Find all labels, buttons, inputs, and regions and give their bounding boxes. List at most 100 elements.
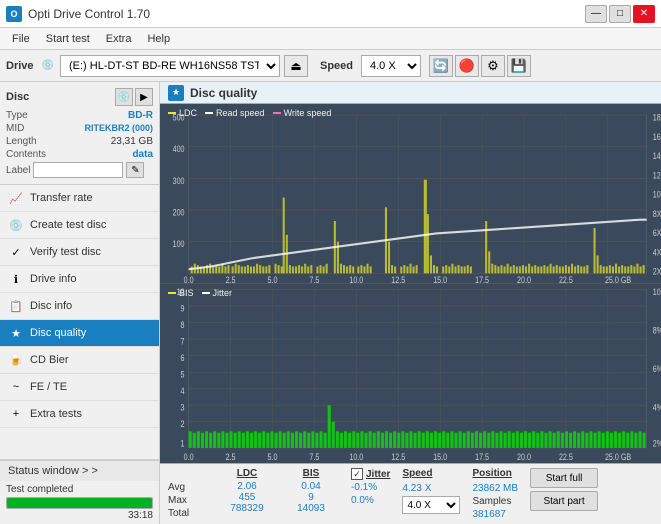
status-progress-area: Test completed 33:18: [0, 481, 159, 524]
legend-read-speed: Read speed: [205, 108, 265, 118]
disc-mid-row: MID RITEKBR2 (000): [6, 123, 153, 134]
status-window-label: Status window > >: [8, 465, 98, 477]
svg-text:100: 100: [173, 238, 185, 249]
legend-write-speed: Write speed: [273, 108, 332, 118]
menu-start-test[interactable]: Start test: [38, 31, 98, 47]
svg-text:300: 300: [173, 175, 185, 186]
stats-col-ldc: LDC 2.06 455 788329: [217, 468, 277, 514]
stats-area: Avg Max Total LDC 2.06 455 788329: [160, 463, 661, 524]
disc-icon-1[interactable]: 💿: [115, 88, 133, 106]
svg-text:8X: 8X: [653, 208, 661, 219]
disc-header: Disc 💿 ▶: [6, 88, 153, 106]
svg-text:10.0: 10.0: [349, 274, 363, 283]
svg-text:1: 1: [181, 437, 185, 448]
svg-text:6: 6: [181, 352, 185, 363]
disc-contents-label: Contents: [6, 149, 46, 160]
content-area: ★ Disc quality LDC Read speed: [160, 82, 661, 524]
app-icon: O: [6, 6, 22, 22]
svg-text:2%: 2%: [653, 437, 661, 448]
sidebar-item-create-test-disc[interactable]: 💿 Create test disc: [0, 212, 159, 239]
ldc-total-val: 788329: [230, 503, 263, 514]
disc-type-value: BD-R: [128, 110, 153, 121]
avg-row-label: Avg: [168, 482, 213, 493]
ldc-avg-val: 2.06: [237, 481, 256, 492]
jitter-max-val: 0.0%: [351, 495, 390, 506]
sidebar-item-cd-bier[interactable]: 🍺 CD Bier: [0, 347, 159, 374]
drive-select[interactable]: (E:) HL-DT-ST BD-RE WH16NS58 TST4: [60, 55, 280, 77]
svg-text:22.5: 22.5: [559, 451, 573, 462]
window-controls: — □ ✕: [585, 5, 655, 23]
extra-tests-icon: +: [8, 406, 24, 422]
disc-quality-title: Disc quality: [190, 86, 257, 100]
svg-text:15.0: 15.0: [433, 451, 447, 462]
cd-bier-icon: 🍺: [8, 352, 24, 368]
menu-help[interactable]: Help: [139, 31, 178, 47]
svg-text:9: 9: [181, 302, 185, 313]
sidebar-item-disc-quality[interactable]: ★ Disc quality: [0, 320, 159, 347]
sidebar-item-fe-te[interactable]: ~ FE / TE: [0, 374, 159, 401]
refresh-button[interactable]: 🔄: [429, 55, 453, 77]
start-part-button[interactable]: Start part: [530, 491, 598, 511]
eject-button[interactable]: ⏏: [284, 55, 308, 77]
speed-select[interactable]: 4.0 X: [361, 55, 421, 77]
disc-mid-label: MID: [6, 123, 24, 134]
sidebar-label-create-test-disc: Create test disc: [30, 219, 106, 231]
svg-text:4%: 4%: [653, 402, 661, 413]
disc-contents-value: data: [132, 149, 153, 160]
start-full-button[interactable]: Start full: [530, 468, 598, 488]
save-button[interactable]: 💾: [507, 55, 531, 77]
ldc-stats-header: LDC: [237, 468, 258, 479]
sidebar-label-cd-bier: CD Bier: [30, 354, 69, 366]
menu-extra[interactable]: Extra: [98, 31, 140, 47]
sidebar-label-extra-tests: Extra tests: [30, 408, 82, 420]
disc-panel: Disc 💿 ▶ Type BD-R MID RITEKBR2 (000) Le…: [0, 82, 159, 185]
disc-quality-header-icon: ★: [168, 85, 184, 101]
disc-icon-2[interactable]: ▶: [135, 88, 153, 106]
svg-text:5.0: 5.0: [268, 274, 278, 283]
sidebar-item-transfer-rate[interactable]: 📈 Transfer rate: [0, 185, 159, 212]
sidebar-item-disc-info[interactable]: 📋 Disc info: [0, 293, 159, 320]
close-button[interactable]: ✕: [633, 5, 655, 23]
bis-legend-label: BIS: [179, 288, 194, 298]
samples-val: 381687: [472, 509, 518, 520]
jitter-legend-dot: [202, 292, 210, 294]
status-window-button[interactable]: Status window > >: [0, 460, 159, 481]
disc-length-row: Length 23,31 GB: [6, 136, 153, 147]
svg-text:10.0: 10.0: [349, 451, 363, 462]
settings-button[interactable]: ⚙: [481, 55, 505, 77]
drive-info-icon: ℹ: [8, 271, 24, 287]
samples-label: Samples: [472, 496, 518, 507]
svg-text:400: 400: [173, 143, 185, 154]
sidebar-item-drive-info[interactable]: ℹ Drive info: [0, 266, 159, 293]
disc-label-input[interactable]: [33, 162, 123, 178]
maximize-button[interactable]: □: [609, 5, 631, 23]
sidebar-label-verify-test-disc: Verify test disc: [30, 246, 101, 258]
menubar: File Start test Extra Help: [0, 28, 661, 50]
svg-text:14X: 14X: [653, 150, 661, 161]
sidebar-item-extra-tests[interactable]: + Extra tests: [0, 401, 159, 428]
chart-bottom-legend: BIS Jitter: [168, 288, 232, 298]
bis-avg-val: 0.04: [301, 481, 320, 492]
bottom-chart-svg: 10 9 8 7 6 5 4 3 2 1 10% 8% 6% 4% 2%: [160, 284, 661, 463]
start-buttons: Start full Start part: [530, 468, 598, 511]
jitter-checkbox[interactable]: ✓: [351, 468, 363, 480]
ldc-max-val: 455: [239, 492, 256, 503]
speed-val: 4.23 X: [402, 483, 460, 494]
speed-select[interactable]: 4.0 X: [402, 496, 460, 514]
disc-header-icons: 💿 ▶: [115, 88, 153, 106]
svg-text:8%: 8%: [653, 324, 661, 335]
svg-text:2X: 2X: [653, 266, 661, 277]
sidebar-item-verify-test-disc[interactable]: ✓ Verify test disc: [0, 239, 159, 266]
svg-text:12X: 12X: [653, 169, 661, 180]
minimize-button[interactable]: —: [585, 5, 607, 23]
menu-file[interactable]: File: [4, 31, 38, 47]
main-layout: Disc 💿 ▶ Type BD-R MID RITEKBR2 (000) Le…: [0, 82, 661, 524]
disc-label-button[interactable]: ✎: [126, 162, 144, 178]
status-bar: Status window > > Test completed 33:18: [0, 459, 159, 524]
svg-text:6%: 6%: [653, 363, 661, 374]
titlebar-left: O Opti Drive Control 1.70: [6, 6, 150, 22]
disc-contents-row: Contents data: [6, 149, 153, 160]
burn-button[interactable]: 🔴: [455, 55, 479, 77]
svg-text:5.0: 5.0: [268, 451, 278, 462]
svg-text:3: 3: [181, 402, 185, 413]
